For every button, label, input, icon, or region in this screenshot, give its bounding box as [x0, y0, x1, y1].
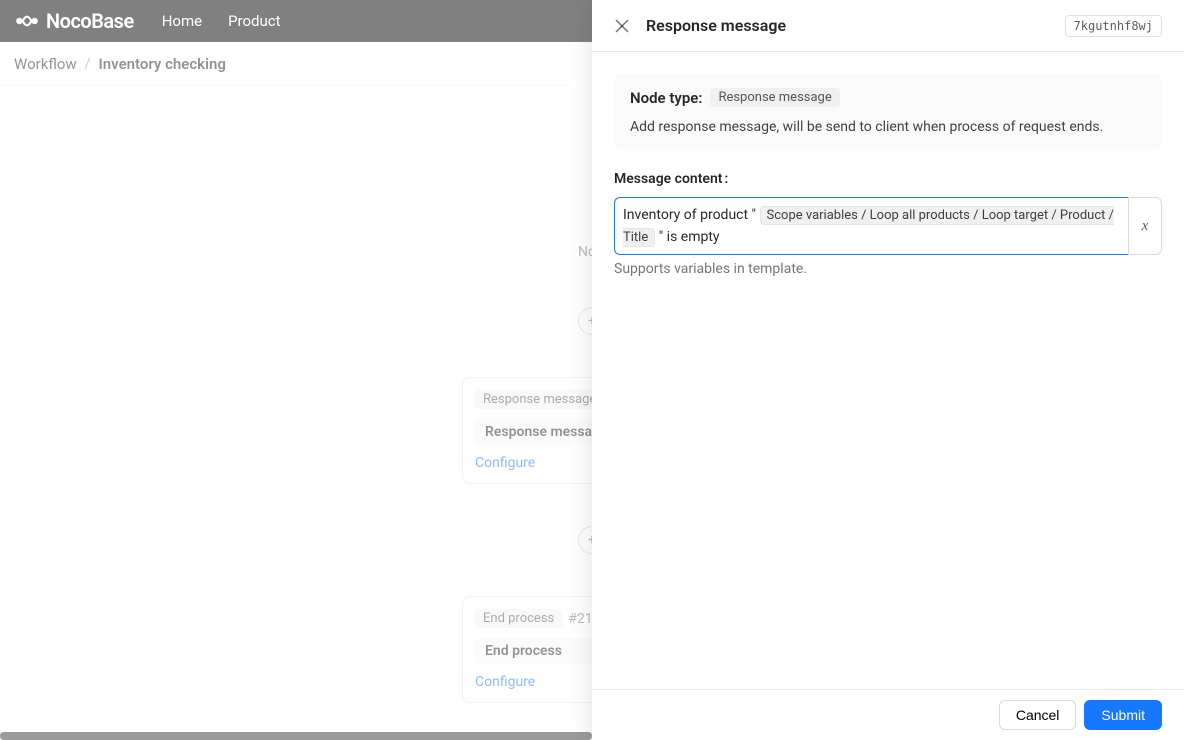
node-type-value: Response message — [710, 88, 839, 107]
config-drawer: Response message 7kgutnhf8wj Node type: … — [592, 0, 1184, 740]
message-content-input[interactable]: Inventory of product " Scope variables /… — [614, 197, 1128, 255]
drawer-footer: Cancel Submit — [592, 689, 1184, 740]
node-type-label: Node type: — [630, 89, 702, 107]
node-info-box: Node type: Response message Add response… — [614, 74, 1162, 149]
node-description: Add response message, will be send to cl… — [630, 119, 1146, 135]
drawer-header: Response message 7kgutnhf8wj — [592, 0, 1184, 52]
node-code-badge: 7kgutnhf8wj — [1065, 15, 1162, 37]
template-hint: Supports variables in template. — [614, 261, 1162, 277]
insert-variable-button[interactable]: x — [1128, 197, 1162, 255]
drawer-body: Node type: Response message Add response… — [592, 52, 1184, 689]
drawer-title: Response message — [646, 16, 1049, 35]
message-content-label: Message content: — [614, 171, 1162, 187]
message-prefix: Inventory of product " — [623, 207, 760, 223]
cancel-button[interactable]: Cancel — [999, 700, 1077, 730]
scrollbar-thumb[interactable] — [0, 732, 592, 740]
message-suffix: " is empty — [659, 229, 720, 245]
submit-button[interactable]: Submit — [1084, 700, 1162, 730]
close-icon[interactable] — [614, 18, 630, 34]
